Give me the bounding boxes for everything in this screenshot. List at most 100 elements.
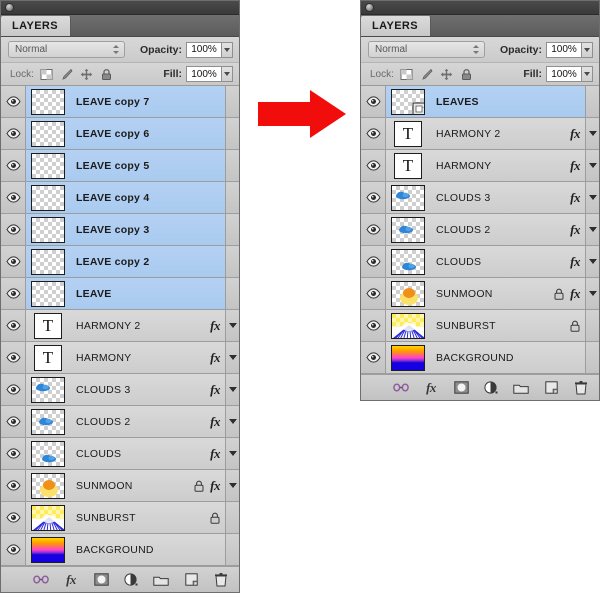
layer-name[interactable]: CLOUDS 3 xyxy=(70,384,210,396)
layer-name[interactable]: LEAVE copy 6 xyxy=(70,128,220,140)
layer-visibility-toggle[interactable] xyxy=(1,438,26,469)
layer-name[interactable]: LEAVE copy 4 xyxy=(70,192,220,204)
eye-icon[interactable] xyxy=(365,288,381,299)
layer-row[interactable]: SUNBURST xyxy=(361,310,599,342)
layer-fx-badge[interactable]: fx xyxy=(210,478,220,494)
layer-name[interactable]: CLOUDS 3 xyxy=(430,192,570,204)
layer-thumbnail-sunmoon[interactable] xyxy=(391,280,425,307)
layer-thumbnail-cell[interactable] xyxy=(386,216,430,243)
layer-fx-badge[interactable]: fx xyxy=(210,446,220,462)
layer-fx-badge[interactable]: fx xyxy=(210,382,220,398)
opacity-chevron-down-icon[interactable] xyxy=(221,41,233,58)
layer-name[interactable]: CLOUDS 2 xyxy=(430,224,570,236)
layer-fx-badge[interactable]: fx xyxy=(210,318,220,334)
layer-effects-disclosure-icon[interactable] xyxy=(225,342,239,373)
delete-layer-icon[interactable] xyxy=(213,572,229,588)
layer-thumbnail-background[interactable] xyxy=(391,344,425,371)
layer-thumbnail-text[interactable]: T xyxy=(394,120,422,147)
layer-name[interactable]: SUNBURST xyxy=(430,320,570,332)
layer-row[interactable]: T HARMONY 2 fx xyxy=(1,310,239,342)
layer-visibility-toggle[interactable] xyxy=(361,310,386,341)
layer-name[interactable]: CLOUDS 2 xyxy=(70,416,210,428)
layer-effects-disclosure-icon[interactable] xyxy=(585,118,599,149)
tab-layers[interactable]: LAYERS xyxy=(361,16,432,36)
layer-row[interactable]: T HARMONY 2 fx xyxy=(361,118,599,150)
layer-visibility-toggle[interactable] xyxy=(361,214,386,245)
eye-icon[interactable] xyxy=(5,480,21,491)
layer-visibility-toggle[interactable] xyxy=(1,118,26,149)
layer-thumbnail-cell[interactable]: T xyxy=(26,344,70,371)
layer-effects-disclosure-icon[interactable] xyxy=(585,182,599,213)
layer-mask-icon[interactable] xyxy=(93,572,109,588)
layer-thumbnail-cell[interactable] xyxy=(386,344,430,371)
layer-name[interactable]: LEAVE copy 5 xyxy=(70,160,220,172)
layer-thumbnail-cell[interactable] xyxy=(386,184,430,211)
layer-thumbnail-clouds[interactable] xyxy=(31,440,65,467)
tab-layers[interactable]: LAYERS xyxy=(1,16,72,36)
layer-name[interactable]: HARMONY xyxy=(430,160,570,172)
eye-icon[interactable] xyxy=(5,544,21,555)
lock-image-icon[interactable] xyxy=(420,68,433,81)
layer-effects-disclosure-icon[interactable] xyxy=(585,150,599,181)
layer-name[interactable]: BACKGROUND xyxy=(70,544,220,556)
layer-effects-disclosure-icon[interactable] xyxy=(225,310,239,341)
layer-visibility-toggle[interactable] xyxy=(1,406,26,437)
fill-field[interactable]: 100% xyxy=(546,66,593,82)
layer-name[interactable]: SUNMOON xyxy=(70,480,194,492)
layer-thumbnail-transparent[interactable] xyxy=(391,88,425,115)
layer-visibility-toggle[interactable] xyxy=(1,278,26,309)
layer-effects-disclosure-icon[interactable] xyxy=(225,470,239,501)
layer-thumbnail-cell[interactable] xyxy=(26,472,70,499)
layer-row[interactable]: LEAVE copy 3 xyxy=(1,214,239,246)
layer-thumbnail-clouds[interactable] xyxy=(391,248,425,275)
layer-thumbnail-cell[interactable] xyxy=(26,120,70,147)
eye-icon[interactable] xyxy=(5,96,21,107)
layer-thumbnail-cell[interactable] xyxy=(26,248,70,275)
layer-name[interactable]: SUNBURST xyxy=(70,512,210,524)
opacity-field[interactable]: 100% xyxy=(186,41,233,58)
layer-visibility-toggle[interactable] xyxy=(1,150,26,181)
layer-name[interactable]: CLOUDS xyxy=(70,448,210,460)
fill-chevron-down-icon[interactable] xyxy=(581,66,593,82)
delete-layer-icon[interactable] xyxy=(573,380,589,396)
layer-fx-badge[interactable]: fx xyxy=(570,222,580,238)
eye-icon[interactable] xyxy=(365,128,381,139)
layer-thumbnail-cell[interactable] xyxy=(386,248,430,275)
eye-icon[interactable] xyxy=(5,224,21,235)
layer-thumbnail-cell[interactable] xyxy=(26,408,70,435)
layer-thumbnail-text[interactable]: T xyxy=(394,152,422,179)
layer-thumbnail-sunburst[interactable] xyxy=(31,504,65,531)
eye-icon[interactable] xyxy=(365,96,381,107)
layer-row[interactable]: CLOUDS 2 fx xyxy=(361,214,599,246)
layer-thumbnail-cell[interactable]: T xyxy=(26,312,70,339)
layer-thumbnail-cell[interactable] xyxy=(26,536,70,563)
layer-effects-disclosure-icon[interactable] xyxy=(585,214,599,245)
fill-chevron-down-icon[interactable] xyxy=(221,66,233,82)
lock-all-icon[interactable] xyxy=(460,68,473,81)
link-layers-icon[interactable] xyxy=(33,572,49,588)
lock-position-icon[interactable] xyxy=(80,68,93,81)
layer-style-fx-icon[interactable]: fx xyxy=(423,380,439,396)
eye-icon[interactable] xyxy=(5,512,21,523)
opacity-chevron-down-icon[interactable] xyxy=(581,41,593,58)
layer-visibility-toggle[interactable] xyxy=(1,470,26,501)
layer-name[interactable]: HARMONY 2 xyxy=(70,320,210,332)
layer-effects-disclosure-icon[interactable] xyxy=(225,374,239,405)
layer-visibility-toggle[interactable] xyxy=(361,342,386,373)
layer-thumbnail-transparent[interactable] xyxy=(31,88,65,115)
layer-thumbnail-cell[interactable] xyxy=(26,152,70,179)
layer-row[interactable]: SUNMOON fx xyxy=(361,278,599,310)
eye-icon[interactable] xyxy=(365,160,381,171)
eye-icon[interactable] xyxy=(5,128,21,139)
layer-effects-disclosure-icon[interactable] xyxy=(585,278,599,309)
layer-visibility-toggle[interactable] xyxy=(1,182,26,213)
lock-position-icon[interactable] xyxy=(440,68,453,81)
layer-row[interactable]: BACKGROUND xyxy=(1,534,239,566)
layer-thumbnail-cell[interactable] xyxy=(26,504,70,531)
layer-name[interactable]: LEAVE copy 2 xyxy=(70,256,220,268)
layer-visibility-toggle[interactable] xyxy=(1,374,26,405)
layer-name[interactable]: LEAVES xyxy=(430,96,580,108)
layer-visibility-toggle[interactable] xyxy=(1,310,26,341)
lock-image-icon[interactable] xyxy=(60,68,73,81)
layer-name[interactable]: LEAVE copy 7 xyxy=(70,96,220,108)
